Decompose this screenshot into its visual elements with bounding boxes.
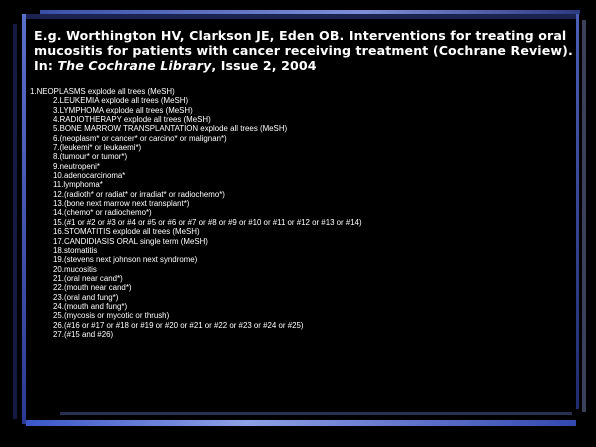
search-line: 9.neutropeni* [53, 161, 100, 171]
title-source-italic: The Cochrane Library [57, 58, 212, 73]
search-line: 18.stomatitis [53, 245, 98, 255]
title-issue: , Issue 2, 2004 [211, 58, 317, 73]
search-line: 3.LYMPHOMA explode all trees (MeSH) [53, 105, 193, 115]
search-line: 24.(mouth and fung*) [53, 301, 128, 311]
search-line: 17.CANDIDIASIS ORAL single term (MeSH) [53, 236, 208, 246]
frame-right-blue-bar [576, 14, 579, 409]
search-line: 6.(neoplasm* or cancer* or carcino* or m… [53, 133, 227, 143]
frame-top-blue-bar [40, 10, 580, 14]
frame-right-dark-bar [582, 20, 586, 412]
search-line: 14.(chemo* or radiochemo*) [53, 208, 152, 218]
search-line: 22.(mouth near cand*) [53, 283, 132, 293]
search-line: 5.BONE MARROW TRANSPLANTATION explode al… [53, 124, 288, 134]
search-line: 7.(leukemi* or leukaemi*) [53, 143, 142, 153]
search-line: 25.(mycosis or mycotic or thrush) [53, 311, 170, 321]
frame-bottom-blue-bar [26, 420, 576, 426]
search-line: 19.(stevens next johnson next syndrome) [53, 255, 198, 265]
frame-bottom-dark-bar [60, 412, 572, 415]
search-line: 2.LEUKEMIA explode all trees (MeSH) [53, 96, 189, 106]
search-line: 1.NEOPLASMS explode all trees (MeSH) [30, 87, 175, 96]
slide-title: E.g. Worthington HV, Clarkson JE, Eden O… [34, 28, 574, 73]
search-line: 4.RADIOTHERAPY explode all trees (MeSH) [53, 115, 211, 125]
search-line: 27.(#15 and #26) [53, 329, 114, 339]
search-line: 11.lymphoma* [53, 180, 103, 190]
search-line: 8.(tumour* or tumor*) [53, 152, 128, 162]
frame-left-dark-bar [13, 24, 17, 419]
search-line: 10.adenocarcinoma* [53, 171, 126, 181]
search-line: 12.(radioth* or radiat* or irradiat* or … [53, 189, 225, 199]
frame-left-blue-bar [22, 14, 26, 424]
search-line: 15.(#1 or #2 or #3 or #4 or #5 or #6 or … [53, 217, 362, 227]
search-line: 26.(#16 or #17 or #18 or #19 or #20 or #… [53, 320, 304, 330]
search-line: 16.STOMATITIS explode all trees (MeSH) [53, 227, 200, 237]
search-line: 13.(bone next marrow next transplant*) [53, 199, 190, 209]
search-strategy-list: 1.NEOPLASMS explode all trees (MeSH) 2.LE… [30, 87, 570, 339]
frame-top-dark-bar [22, 14, 576, 19]
search-line: 21.(oral near cand*) [53, 273, 123, 283]
search-line: 23.(oral and fung*) [53, 292, 119, 302]
search-line: 20.mucositis [53, 264, 97, 274]
